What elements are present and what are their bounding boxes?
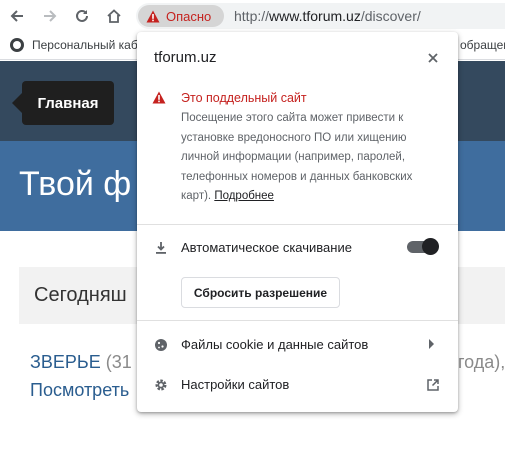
divider: [137, 224, 458, 225]
toggle-knob: [422, 238, 439, 255]
home-button[interactable]: [102, 4, 126, 28]
forward-arrow-icon: [44, 10, 57, 22]
nav-home-link[interactable]: Главная: [12, 81, 114, 125]
url-scheme: http://: [234, 8, 270, 24]
warning-text: Посещение этого сайта может привести к у…: [181, 112, 413, 202]
download-icon: [154, 241, 168, 255]
topic-meta-right: года),: [458, 352, 505, 372]
security-chip-label: Опасно: [166, 8, 212, 24]
view-topic-link[interactable]: Посмотреть: [30, 380, 129, 401]
learn-more-link[interactable]: Подробнее: [214, 190, 274, 202]
warning-triangle-icon: [146, 10, 160, 22]
close-button[interactable]: [423, 48, 443, 68]
browser-toolbar: Опасно http://www.tforum.uz/discover/: [0, 0, 505, 32]
open-external-icon: [427, 378, 439, 396]
hero-title: Твой ф: [19, 165, 132, 203]
back-arrow-icon: [10, 10, 23, 22]
bookmark-label: Персональный каб: [32, 38, 138, 52]
security-chip[interactable]: Опасно: [138, 5, 224, 27]
warning-title: Это поддельный сайт: [181, 91, 307, 105]
topic-link[interactable]: ЗВЕРЬЕ: [30, 352, 101, 372]
cookies-row[interactable]: Файлы cookie и данные сайтов: [181, 337, 368, 352]
site-settings-row[interactable]: Настройки сайтов: [181, 377, 289, 392]
bookmark-item[interactable]: Персональный каб: [10, 38, 138, 52]
auto-download-label: Автоматическое скачивание: [181, 240, 352, 255]
bookmark-label: обращен: [460, 38, 505, 52]
reload-icon: [76, 9, 88, 22]
globe-icon: [10, 38, 24, 52]
divider: [137, 320, 458, 321]
gear-icon: [154, 378, 168, 392]
site-info-popup: tforum.uz Это поддельный сайт Посещение …: [137, 32, 458, 412]
topic-entry: ЗВЕРЬЕ (31: [30, 352, 132, 373]
forward-button[interactable]: [38, 4, 62, 28]
reload-button[interactable]: [70, 4, 94, 28]
popup-host: tforum.uz: [154, 49, 217, 66]
topic-meta: (31: [100, 352, 132, 372]
address-bar[interactable]: Опасно http://www.tforum.uz/discover/: [136, 3, 505, 29]
browser-window: Опасно http://www.tforum.uz/discover/ Пе…: [0, 0, 505, 450]
chevron-right-icon: [429, 339, 434, 349]
warning-body: Посещение этого сайта может привести к у…: [181, 109, 443, 207]
url-path: /discover/: [360, 8, 421, 24]
auto-download-toggle[interactable]: [407, 238, 439, 255]
warning-triangle-icon: [152, 91, 166, 104]
reset-permission-button[interactable]: Сбросить разрешение: [181, 277, 340, 308]
cookie-icon: [154, 338, 168, 352]
url-text: http://www.tforum.uz/discover/: [234, 8, 421, 24]
home-icon: [107, 9, 121, 23]
today-heading: Сегодняш: [34, 284, 127, 306]
bookmark-item[interactable]: обращен: [460, 38, 505, 52]
url-host: www.tforum.uz: [269, 8, 361, 24]
back-button[interactable]: [5, 4, 29, 28]
close-icon: [428, 53, 438, 63]
